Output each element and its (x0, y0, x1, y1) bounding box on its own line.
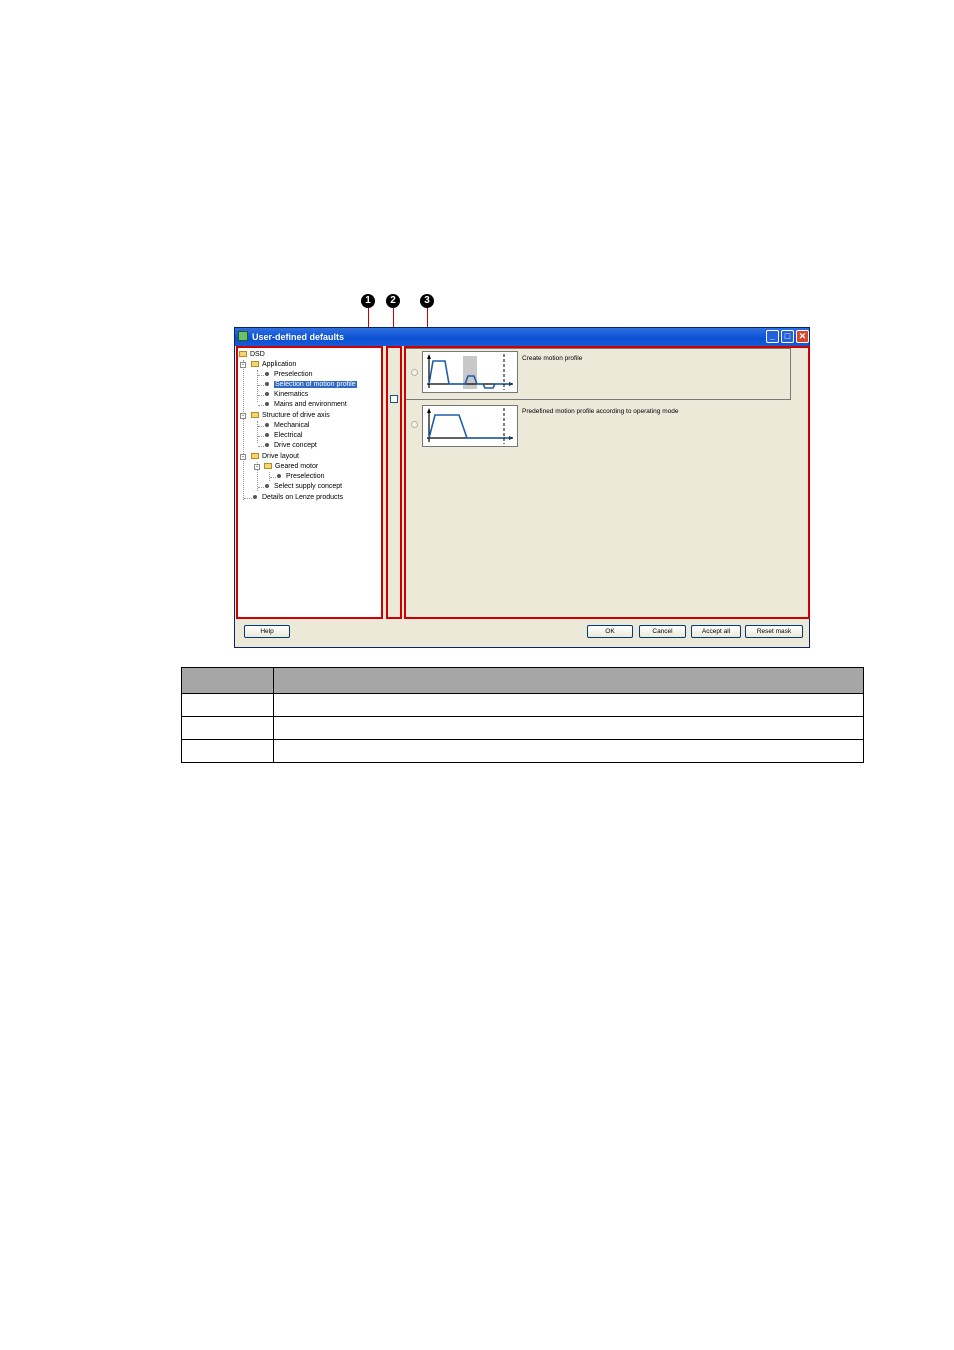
legend-header-row (181, 667, 864, 694)
help-button[interactable]: Help (244, 625, 290, 638)
maximize-button[interactable]: □ (781, 330, 794, 343)
legend-row (181, 693, 864, 717)
legend-row (181, 716, 864, 740)
highlight-area-1 (236, 346, 383, 619)
ok-button[interactable]: OK (587, 625, 633, 638)
callout-2: 2 (386, 294, 400, 308)
cancel-button[interactable]: Cancel (639, 625, 686, 638)
close-button[interactable]: ✕ (796, 330, 809, 343)
highlight-area-3 (404, 346, 810, 619)
reset-mask-button[interactable]: Reset mask (745, 625, 803, 638)
user-defined-defaults-window: User-defined defaults _ □ ✕ DSD - Applic… (234, 327, 810, 648)
highlight-area-2 (386, 346, 402, 619)
callout-1: 1 (361, 294, 375, 308)
title-bar: User-defined defaults _ □ ✕ (235, 328, 809, 346)
legend-row (181, 739, 864, 763)
app-icon (238, 331, 248, 341)
window-title: User-defined defaults (252, 332, 345, 342)
accept-all-button[interactable]: Accept all (691, 625, 741, 638)
legend-table (181, 667, 864, 763)
callout-3: 3 (420, 294, 434, 308)
minimize-button[interactable]: _ (766, 330, 779, 343)
